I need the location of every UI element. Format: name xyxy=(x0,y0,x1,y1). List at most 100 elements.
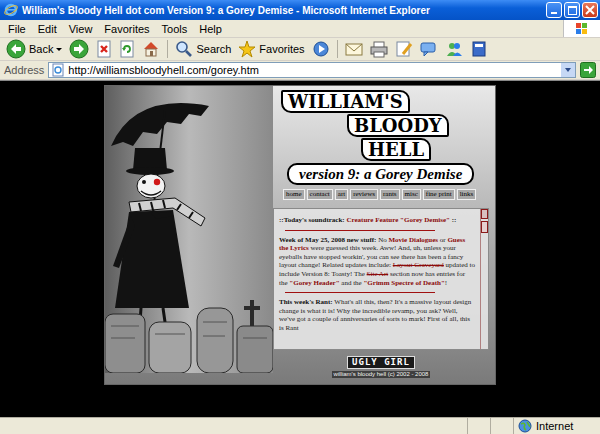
close-button[interactable] xyxy=(582,2,598,18)
house-icon xyxy=(142,40,160,58)
text-run: and the xyxy=(340,279,364,287)
site-logo[interactable]: WILLIAM'SBLOODYHELL xyxy=(273,90,489,161)
research-book-icon xyxy=(470,40,488,58)
mail-button[interactable] xyxy=(342,39,366,59)
toolbar-label: Favorites xyxy=(259,43,304,55)
globe-icon xyxy=(518,419,532,433)
printer-icon xyxy=(370,40,388,58)
title-bar: William's Bloody Hell dot com Version 9:… xyxy=(0,0,600,20)
soundtrack-line: ::Today's soundtrack: Creature Feature "… xyxy=(279,216,475,225)
magnifier-icon xyxy=(175,40,193,58)
favorites-button[interactable]: Favorites xyxy=(235,39,307,59)
browser-window: William's Bloody Hell dot com Version 9:… xyxy=(0,0,600,434)
address-dropdown-button[interactable] xyxy=(561,63,575,77)
menu-item[interactable]: Edit xyxy=(32,23,63,35)
menu-item[interactable]: View xyxy=(63,23,99,35)
menu-item[interactable]: File xyxy=(2,23,32,35)
menu-bar: FileEditViewFavoritesToolsHelp xyxy=(0,20,600,38)
page-viewport: WILLIAM'SBLOODYHELLversion 9: a Gorey De… xyxy=(0,80,600,417)
text-run: or xyxy=(438,236,447,244)
logo-word: WILLIAM'S xyxy=(281,90,410,113)
rant-paragraph: This week's Rant: What's all this, then?… xyxy=(279,298,475,332)
nav-link[interactable]: fine print xyxy=(423,189,455,200)
nav-link[interactable]: reviews xyxy=(350,189,378,200)
text-link[interactable]: Movie Dialogues xyxy=(388,236,438,244)
toolbar-label: Search xyxy=(196,43,231,55)
gorey-figure-illustration xyxy=(105,86,273,373)
media-icon xyxy=(312,40,330,58)
content-scrollbar[interactable] xyxy=(480,209,488,349)
content-box: ::Today's soundtrack: Creature Feature "… xyxy=(273,208,489,350)
dropdown-caret-icon xyxy=(56,48,62,51)
edit-document-icon xyxy=(395,40,413,58)
zone-label: Internet xyxy=(536,420,573,432)
address-label: Address xyxy=(4,64,44,76)
toolbar: Back Search Favorites xyxy=(0,38,600,61)
edit-button[interactable] xyxy=(392,39,416,59)
text-run: This week's Rant: xyxy=(279,298,333,306)
page-icon xyxy=(51,63,65,77)
home-button[interactable] xyxy=(139,39,163,59)
text-link[interactable]: "Gorey Header" xyxy=(289,279,339,287)
windows-logo-icon xyxy=(563,20,600,37)
status-bar: Internet xyxy=(0,417,600,434)
ugly-girl-badge[interactable]: UGLY GIRL xyxy=(347,356,415,369)
divider xyxy=(285,230,435,231)
menu-item[interactable]: Favorites xyxy=(98,23,155,35)
copyright-text: william's bloody hell (c) 2002 - 2008 xyxy=(332,371,431,378)
stop-button[interactable] xyxy=(93,39,115,59)
discuss-button[interactable] xyxy=(417,39,441,59)
text-link[interactable]: Creature Feature "Gorey Demise" xyxy=(346,216,449,224)
logo-word: BLOODY xyxy=(347,114,449,137)
site-subtitle-banner: version 9: a Gorey Demise xyxy=(287,163,474,185)
divider xyxy=(285,292,435,293)
minimize-button[interactable] xyxy=(546,2,562,18)
back-button[interactable]: Back xyxy=(3,39,65,59)
print-button[interactable] xyxy=(367,39,391,59)
forward-button[interactable] xyxy=(66,39,92,59)
text-run: :: xyxy=(450,216,456,224)
site-nav: homecontactartreviewsrantsmiscfine print… xyxy=(283,189,489,200)
nav-link[interactable]: rants xyxy=(380,189,400,200)
web-page: WILLIAM'SBLOODYHELLversion 9: a Gorey De… xyxy=(104,85,496,385)
close-icon xyxy=(585,5,595,15)
ie-logo-icon xyxy=(4,3,18,17)
menu-item[interactable]: Help xyxy=(193,23,228,35)
toolbar-separator xyxy=(167,40,168,58)
go-button[interactable] xyxy=(580,62,596,78)
news-paragraph: Week of May 25, 2008 new stuff: No Movie… xyxy=(279,236,475,288)
address-url: http://williamsbloodyhell.com/gorey.htm xyxy=(68,64,558,76)
text-run: ! xyxy=(445,279,447,287)
media-button[interactable] xyxy=(309,39,333,59)
text-link[interactable]: Site Art xyxy=(367,270,389,278)
logo-word: HELL xyxy=(361,138,431,161)
star-icon xyxy=(238,40,256,58)
nav-link[interactable]: contact xyxy=(307,189,333,200)
messenger-person-icon xyxy=(445,40,463,58)
text-link[interactable]: "Grimm Spectre of Death" xyxy=(363,279,444,287)
menu-item[interactable]: Tools xyxy=(156,23,194,35)
toolbar-separator xyxy=(337,40,338,58)
research-button[interactable] xyxy=(467,39,491,59)
go-arrow-icon xyxy=(580,62,596,78)
address-field[interactable]: http://williamsbloodyhell.com/gorey.htm xyxy=(48,62,576,78)
text-run: Week of May 25, 2008 new stuff: xyxy=(279,236,376,244)
window-title: William's Bloody Hell dot com Version 9:… xyxy=(22,5,542,16)
messenger-button[interactable] xyxy=(442,39,466,59)
refresh-button[interactable] xyxy=(116,39,138,59)
address-bar: Address http://williamsbloodyhell.com/gor… xyxy=(0,61,600,80)
text-link[interactable]: Layout Graveyard xyxy=(393,261,444,269)
discuss-bubble-icon xyxy=(420,40,438,58)
search-button[interactable]: Search xyxy=(172,39,234,59)
refresh-icon xyxy=(119,40,135,58)
nav-link[interactable]: misc xyxy=(402,189,421,200)
maximize-button[interactable] xyxy=(564,2,580,18)
envelope-icon xyxy=(345,40,363,58)
nav-link[interactable]: home xyxy=(283,189,305,200)
security-zone: Internet xyxy=(513,418,600,434)
text-run: ::Today's soundtrack: xyxy=(279,216,346,224)
site-footer: UGLY GIRL william's bloody hell (c) 2002 … xyxy=(273,350,489,384)
text-run: No xyxy=(376,236,388,244)
nav-link[interactable]: art xyxy=(335,189,348,200)
nav-link[interactable]: links xyxy=(457,189,477,200)
